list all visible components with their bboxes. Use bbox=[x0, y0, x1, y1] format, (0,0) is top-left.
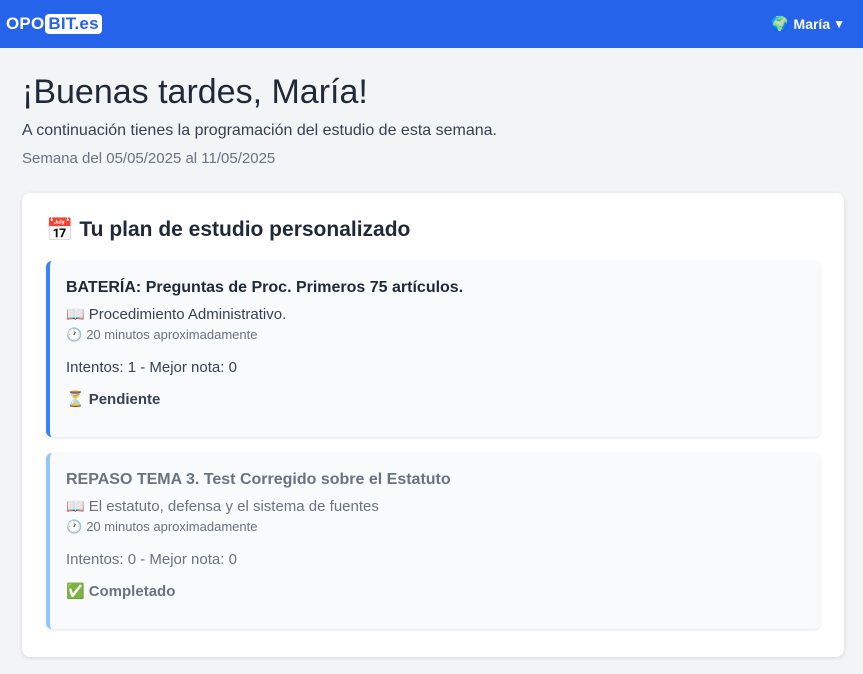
user-menu[interactable]: 🌍 María ▼ bbox=[771, 15, 845, 33]
user-name: María bbox=[793, 16, 831, 32]
week-range: Semana del 05/05/2025 al 11/05/2025 bbox=[22, 150, 276, 167]
globe-icon: 🌍 bbox=[770, 16, 790, 33]
caret-down-icon: ▼ bbox=[833, 17, 845, 31]
logo-text-opo: OPO bbox=[6, 14, 45, 33]
main-content: ¡Buenas tardes, María! A continuación ti… bbox=[0, 48, 863, 657]
page-title: ¡Buenas tardes, María! bbox=[22, 73, 368, 111]
plan-title: 📅 Tu plan de estudio personalizado bbox=[46, 217, 820, 243]
check-icon: ✅ bbox=[66, 583, 85, 600]
task-status: ✅ Completado bbox=[66, 582, 804, 601]
task-topic-text: El estatuto, defensa y el sistema de fue… bbox=[88, 498, 379, 515]
study-plan-card: 📅 Tu plan de estudio personalizado BATER… bbox=[22, 193, 844, 657]
logo-text-bit: BIT.es bbox=[45, 14, 102, 34]
task-status-label: Completado bbox=[88, 582, 176, 600]
navbar: OPO BIT.es 🌍 María ▼ bbox=[0, 0, 863, 48]
plan-title-text: Tu plan de estudio personalizado bbox=[79, 218, 411, 241]
task-title[interactable]: BATERÍA: Preguntas de Proc. Primeros 75 … bbox=[66, 279, 804, 297]
hourglass-icon: ⏳ bbox=[66, 391, 85, 408]
task-topic: 📖 El estatuto, defensa y el sistema de fu… bbox=[66, 497, 804, 515]
task-topic-text: Procedimiento Administrativo. bbox=[88, 306, 287, 323]
task-duration: 🕐 20 minutos aproximadamente bbox=[66, 327, 804, 343]
task-status: ⏳ Pendiente bbox=[66, 390, 804, 409]
task-attempts: Intentos: 1 - Mejor nota: 0 bbox=[66, 359, 237, 376]
logo[interactable]: OPO BIT.es bbox=[6, 14, 102, 34]
task-title[interactable]: REPASO TEMA 3. Test Corregido sobre el E… bbox=[66, 471, 804, 489]
book-icon: 📖 bbox=[66, 498, 85, 515]
task-duration-text: 20 minutos aproximadamente bbox=[86, 519, 258, 534]
page-subtitle: A continuación tienes la programación de… bbox=[22, 122, 497, 139]
calendar-icon: 📅 bbox=[46, 217, 74, 242]
book-icon: 📖 bbox=[66, 306, 85, 323]
task-card[interactable]: BATERÍA: Preguntas de Proc. Primeros 75 … bbox=[46, 261, 820, 437]
task-card[interactable]: REPASO TEMA 3. Test Corregido sobre el E… bbox=[46, 453, 820, 629]
task-attempts: Intentos: 0 - Mejor nota: 0 bbox=[66, 551, 237, 568]
task-duration: 🕐 20 minutos aproximadamente bbox=[66, 519, 804, 535]
task-topic: 📖 Procedimiento Administrativo. bbox=[66, 305, 804, 323]
task-duration-text: 20 minutos aproximadamente bbox=[86, 327, 258, 342]
clock-icon: 🕐 bbox=[66, 519, 83, 534]
clock-icon: 🕐 bbox=[66, 327, 83, 342]
task-status-label: Pendiente bbox=[88, 390, 161, 408]
